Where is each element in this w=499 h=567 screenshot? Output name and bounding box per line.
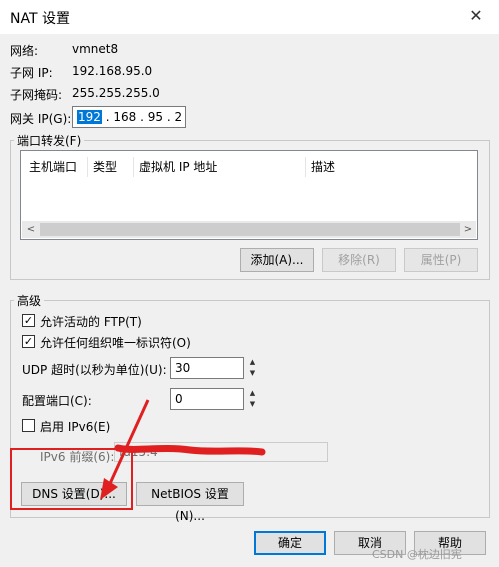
highlight-box bbox=[10, 448, 133, 510]
redaction-scribble bbox=[114, 444, 266, 456]
watermark: CSDN @枕边旧宪 bbox=[372, 548, 462, 561]
arrow-head-icon bbox=[100, 478, 118, 500]
red-annotation-overlay bbox=[10, 399, 266, 510]
arrow-shaft bbox=[106, 399, 150, 489]
